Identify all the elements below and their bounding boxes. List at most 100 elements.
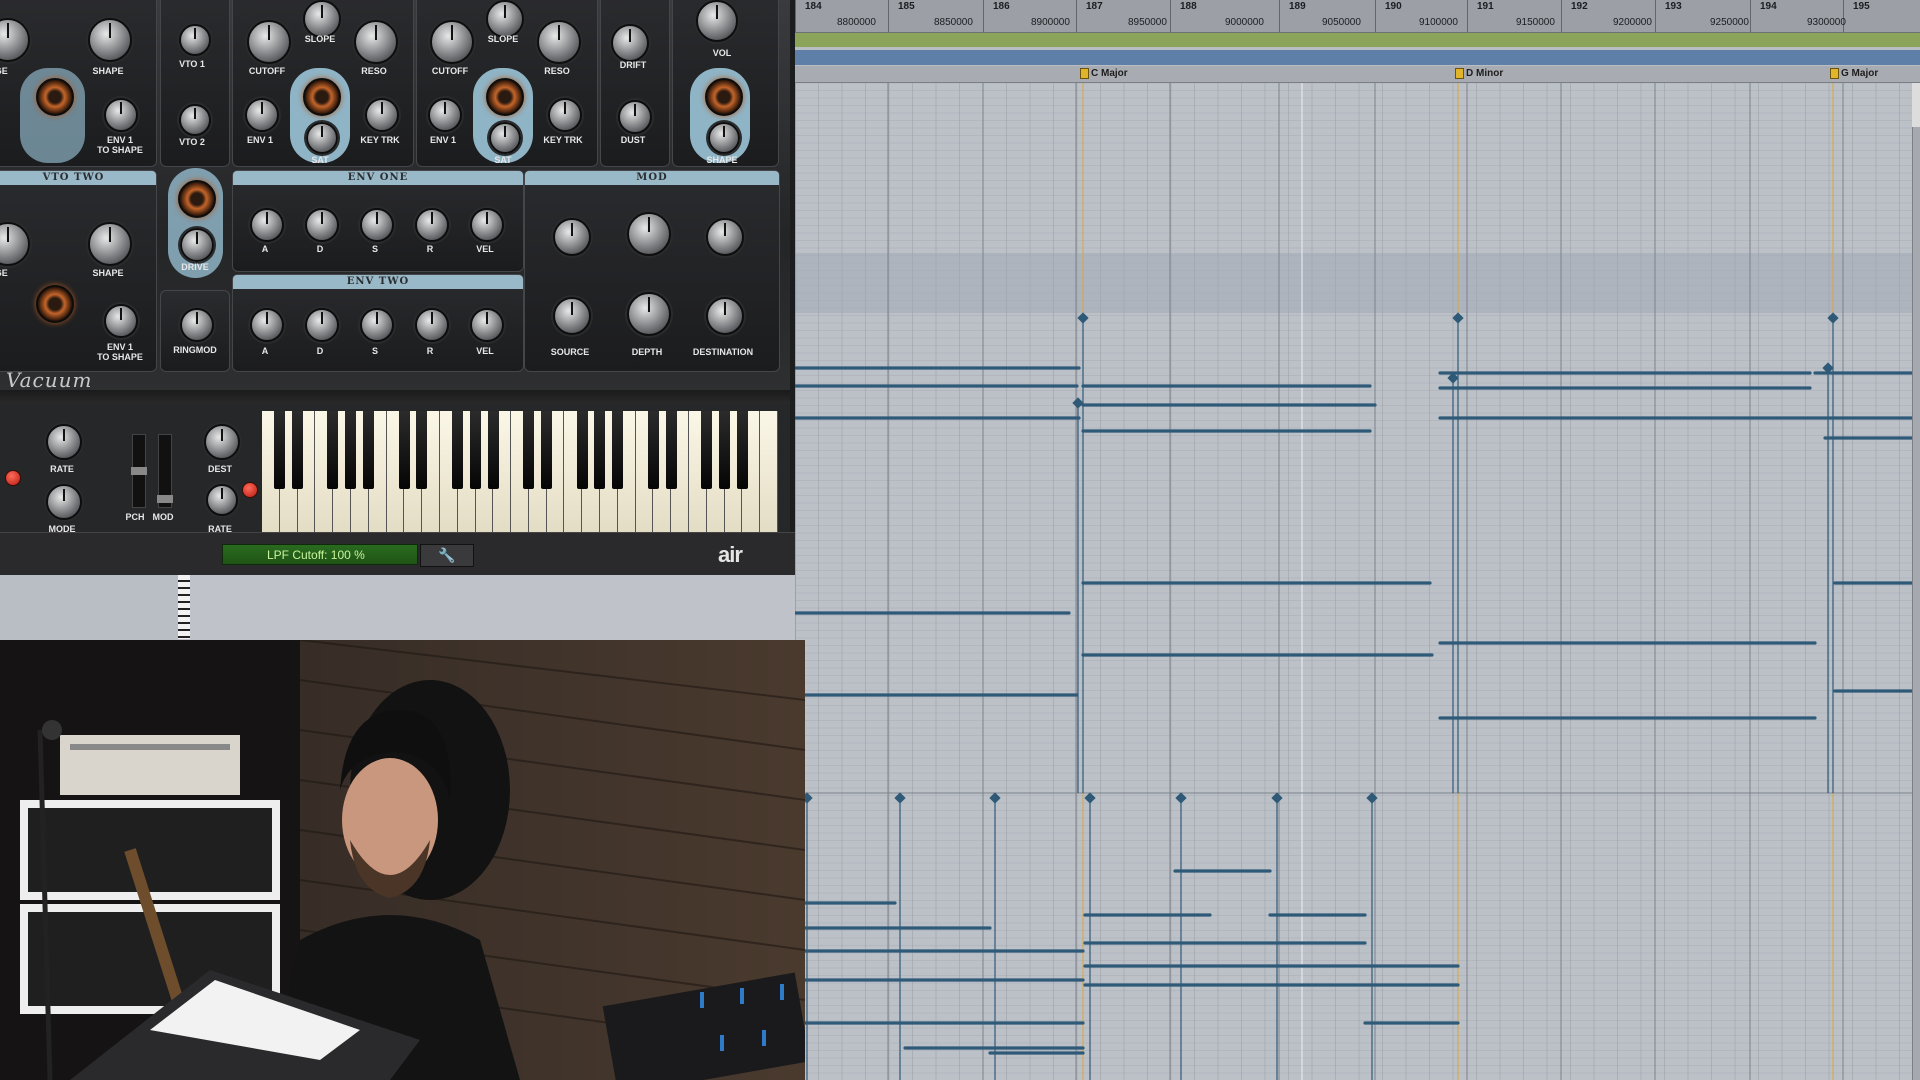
arp-rate-knob[interactable] bbox=[46, 424, 82, 460]
settings-wrench-icon[interactable]: 🔧 bbox=[420, 544, 474, 567]
chord-marker[interactable]: D Minor bbox=[1455, 68, 1503, 79]
mod-depth-knob[interactable] bbox=[627, 292, 671, 336]
slider-handle[interactable] bbox=[157, 495, 173, 503]
reso-knob[interactable] bbox=[354, 20, 398, 64]
black-key[interactable] bbox=[736, 411, 748, 489]
drive-mode-knob[interactable] bbox=[178, 180, 216, 218]
virtual-keyboard[interactable] bbox=[262, 411, 778, 537]
reso-2-knob[interactable] bbox=[537, 20, 581, 64]
mod-source-knob[interactable] bbox=[553, 297, 591, 335]
black-key[interactable] bbox=[398, 411, 410, 489]
pitch-wheel[interactable] bbox=[131, 434, 147, 508]
shape-amp-knob[interactable] bbox=[708, 122, 740, 154]
lfo-power-button[interactable] bbox=[242, 482, 258, 498]
vertical-scrollbar[interactable] bbox=[1912, 83, 1920, 1080]
mod-source-knob-top[interactable] bbox=[553, 218, 591, 256]
mod-destination-knob-top[interactable] bbox=[706, 218, 744, 256]
arrangement-track-green[interactable] bbox=[795, 33, 1920, 47]
black-key[interactable] bbox=[647, 411, 659, 489]
black-key[interactable] bbox=[612, 411, 624, 489]
amp-mode-knob[interactable] bbox=[705, 78, 743, 116]
key-track-knob[interactable] bbox=[365, 98, 399, 132]
black-key[interactable] bbox=[345, 411, 357, 489]
black-key[interactable] bbox=[327, 411, 339, 489]
note-grid-left[interactable] bbox=[180, 570, 795, 640]
env2-velocity-knob[interactable] bbox=[470, 308, 504, 342]
chord-marker[interactable]: G Major bbox=[1830, 68, 1878, 79]
ringmod-knob[interactable] bbox=[180, 308, 214, 342]
filter1-mode-knob[interactable] bbox=[303, 78, 341, 116]
black-key[interactable] bbox=[665, 411, 677, 489]
volume-knob[interactable] bbox=[696, 0, 738, 42]
env1-to-shape-2-knob[interactable] bbox=[104, 304, 138, 338]
slider-handle[interactable] bbox=[131, 467, 147, 475]
knob-label: NGE bbox=[0, 268, 8, 278]
black-key[interactable] bbox=[487, 411, 499, 489]
env2-sustain-knob[interactable] bbox=[360, 308, 394, 342]
cutoff-knob[interactable] bbox=[247, 20, 291, 64]
key-track-2-knob[interactable] bbox=[548, 98, 582, 132]
vto1-level-knob[interactable] bbox=[179, 24, 211, 56]
bar-tick bbox=[1076, 0, 1077, 32]
bar-number: 188 bbox=[1180, 1, 1197, 12]
cutoff-2-knob[interactable] bbox=[430, 20, 474, 64]
env1-to-shape-knob[interactable] bbox=[104, 98, 138, 132]
env1-amount-knob[interactable] bbox=[245, 98, 279, 132]
env2-attack-knob[interactable] bbox=[250, 308, 284, 342]
shape-knob[interactable] bbox=[88, 18, 132, 62]
drive-knob[interactable] bbox=[180, 228, 214, 262]
env1-sustain-knob[interactable] bbox=[360, 208, 394, 242]
knob-label: R bbox=[426, 346, 434, 356]
vto2-level-knob[interactable] bbox=[179, 104, 211, 136]
dust-knob[interactable] bbox=[618, 100, 652, 134]
black-key[interactable] bbox=[291, 411, 303, 489]
knob-label: NGE bbox=[0, 66, 8, 76]
sample-position: 9300000 bbox=[1807, 17, 1846, 28]
lfo-dest-knob[interactable] bbox=[204, 424, 240, 460]
env2-decay-knob[interactable] bbox=[305, 308, 339, 342]
black-key[interactable] bbox=[363, 411, 375, 489]
knob-label: S bbox=[371, 244, 378, 254]
black-key[interactable] bbox=[469, 411, 481, 489]
vto1-mode-knob[interactable] bbox=[36, 78, 74, 116]
filter2-mode-knob[interactable] bbox=[486, 78, 524, 116]
editor-tool-strip[interactable] bbox=[1912, 83, 1920, 127]
sat-knob[interactable] bbox=[306, 122, 338, 154]
mod-wheel[interactable] bbox=[157, 434, 173, 508]
arp-mode-knob[interactable] bbox=[46, 484, 82, 520]
note-grid-canvas[interactable] bbox=[795, 83, 1920, 1080]
env1-velocity-knob[interactable] bbox=[470, 208, 504, 242]
env1-amount-2-knob[interactable] bbox=[428, 98, 462, 132]
mod-depth-knob-top[interactable] bbox=[627, 212, 671, 256]
env1-attack-knob[interactable] bbox=[250, 208, 284, 242]
black-key[interactable] bbox=[540, 411, 552, 489]
env1-release-knob[interactable] bbox=[415, 208, 449, 242]
sat-2-knob[interactable] bbox=[489, 122, 521, 154]
knob-label: SHAPE bbox=[706, 155, 738, 165]
mod-destination-knob[interactable] bbox=[706, 297, 744, 335]
white-key[interactable] bbox=[760, 411, 778, 535]
note-grid[interactable] bbox=[795, 83, 1920, 1080]
black-key[interactable] bbox=[576, 411, 588, 489]
black-key[interactable] bbox=[718, 411, 730, 489]
shape-3-knob[interactable] bbox=[88, 222, 132, 266]
black-key[interactable] bbox=[416, 411, 428, 489]
black-key[interactable] bbox=[452, 411, 464, 489]
black-key[interactable] bbox=[594, 411, 606, 489]
black-key[interactable] bbox=[523, 411, 535, 489]
lfo-rate-knob[interactable] bbox=[206, 484, 238, 516]
chord-marker[interactable]: C Major bbox=[1080, 68, 1128, 79]
env1-decay-knob[interactable] bbox=[305, 208, 339, 242]
env2-release-knob[interactable] bbox=[415, 308, 449, 342]
chord-track[interactable]: C Major D Minor G Major bbox=[795, 66, 1920, 83]
vto2-mode-knob[interactable] bbox=[36, 285, 74, 323]
black-key[interactable] bbox=[274, 411, 286, 489]
knob-label: R bbox=[426, 244, 434, 254]
slope-knob[interactable] bbox=[303, 0, 341, 38]
drift-knob[interactable] bbox=[611, 24, 649, 62]
timeline-ruler[interactable]: 184 185 186 187 188 189 190 191 192 193 194 195 8800… bbox=[795, 0, 1920, 33]
arp-power-button[interactable] bbox=[5, 470, 21, 486]
black-key[interactable] bbox=[701, 411, 713, 489]
slope-2-knob[interactable] bbox=[486, 0, 524, 38]
arrangement-track-blue[interactable] bbox=[795, 50, 1920, 65]
